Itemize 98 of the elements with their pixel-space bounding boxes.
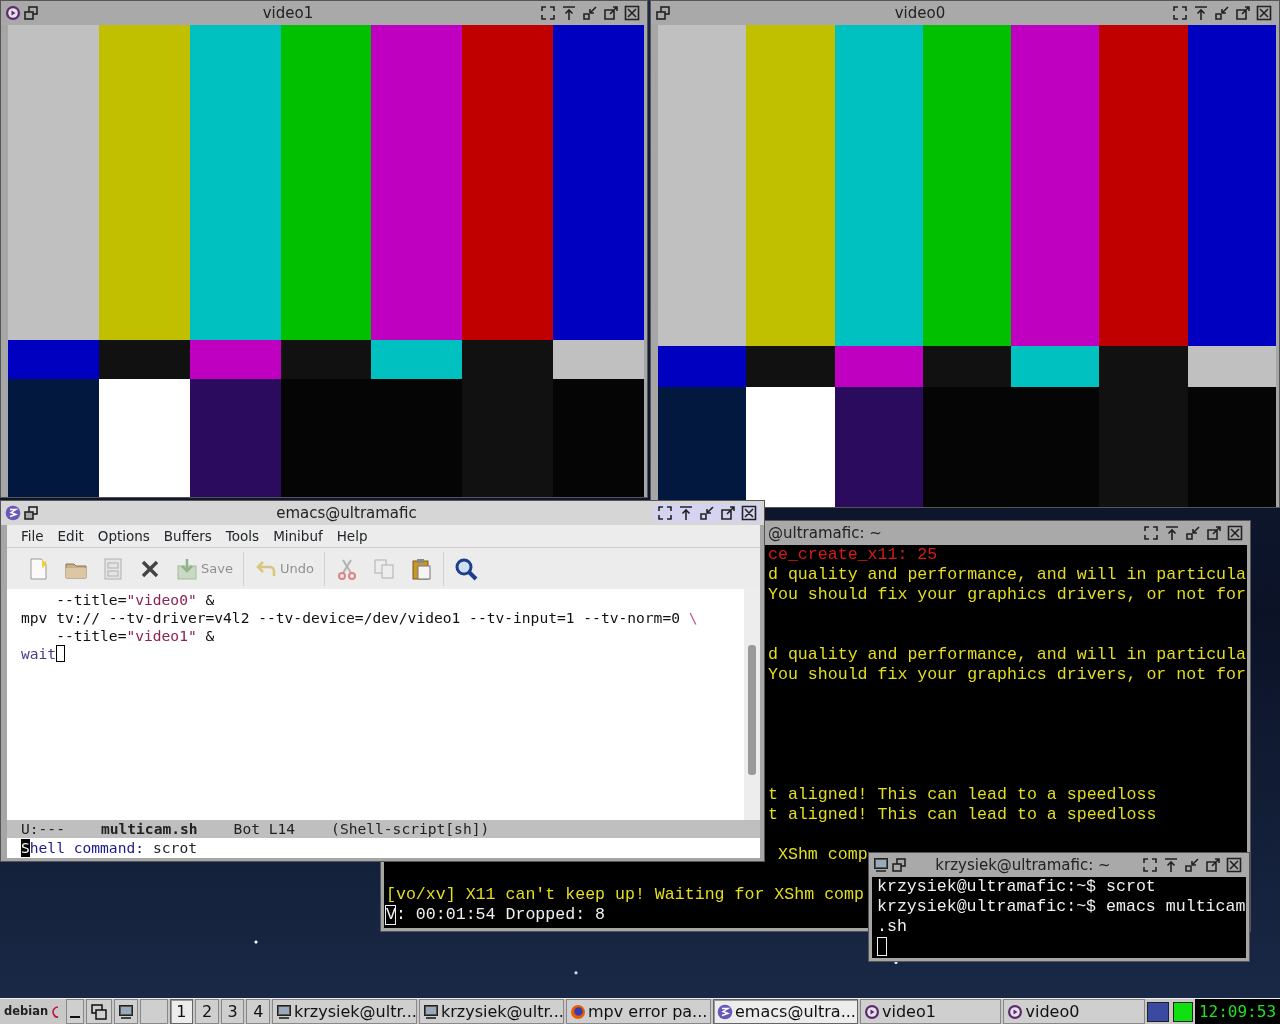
minimize-icon[interactable] (1185, 525, 1201, 541)
terminal-line: [vo/xv] X11 can't keep up! Waiting for XShm comp (386, 885, 864, 905)
task-button[interactable]: krzysiek@ultr... (272, 999, 417, 1024)
workspace-button[interactable]: 2 (195, 999, 219, 1024)
terminal-line: krzysiek@ultramafic:~$ emacs multicam (877, 897, 1246, 917)
fullscreen-icon[interactable] (540, 5, 556, 21)
window-menu-icon[interactable] (891, 857, 907, 873)
play-icon[interactable] (1007, 1003, 1024, 1020)
maximize-icon[interactable] (603, 5, 619, 21)
minimize-icon[interactable] (699, 505, 715, 521)
pager-cell[interactable] (1172, 1001, 1193, 1022)
close-icon[interactable] (624, 5, 640, 21)
code-line: mpv tv:// --tv-driver=v4l2 --tv-device=/dev/video1 --tv-input=1 --tv-norm=0 \ (21, 609, 699, 627)
minimize-icon[interactable] (582, 5, 598, 21)
task-button[interactable]: mpv error pa... (566, 999, 711, 1024)
scrollbar[interactable] (744, 589, 760, 820)
maximize-icon[interactable] (1235, 5, 1251, 21)
terminal-line: t aligned! This can lead to a speedloss (768, 785, 1157, 805)
mode-status: U:--- (21, 820, 65, 838)
fullscreen-icon[interactable] (657, 505, 673, 521)
windows-icon (90, 1002, 109, 1021)
close-icon[interactable] (1256, 5, 1272, 21)
window-menu-icon[interactable] (655, 5, 671, 21)
fullscreen-icon[interactable] (1142, 857, 1158, 873)
fullscreen-icon[interactable] (1172, 5, 1188, 21)
raise-icon[interactable] (678, 505, 694, 521)
search-button[interactable] (453, 556, 478, 581)
fullscreen-icon[interactable] (1143, 525, 1159, 541)
workspace-button[interactable]: 4 (246, 999, 270, 1024)
menu-item[interactable]: Buffers (157, 525, 220, 547)
task-button[interactable]: krzysiek@ultr... (419, 999, 564, 1024)
download-icon (175, 556, 199, 581)
minimize-icon (70, 1016, 81, 1018)
terminal-line: d quality and performance, and will in particula (768, 565, 1246, 585)
close-icon[interactable] (1226, 857, 1242, 873)
terminal-icon[interactable] (276, 1003, 292, 1020)
code-line: --title="video0" & (55, 591, 216, 609)
play-icon[interactable] (864, 1003, 880, 1020)
terminal-line: d quality and performance, and will in particula (768, 645, 1246, 665)
terminal-icon[interactable] (423, 1003, 439, 1020)
window-title: @ultramafic: ~ (767, 522, 883, 544)
minimize-all-button[interactable] (66, 999, 85, 1024)
raise-icon[interactable] (1163, 857, 1179, 873)
task-button[interactable]: video1 (860, 999, 1002, 1024)
emacs-icon[interactable] (5, 505, 21, 521)
terminal-line: .sh (877, 917, 907, 937)
play-icon[interactable] (5, 5, 21, 21)
terminal-line: krzysiek@ultramafic:~$ scrot (877, 877, 1156, 897)
menu-item[interactable]: Minibuf (267, 525, 331, 547)
task-button[interactable]: emacs@ultra... (713, 999, 858, 1024)
terminal-line: ce_create_x11: 25 (768, 545, 938, 565)
start-button[interactable]: debian (1, 999, 65, 1024)
menu-item[interactable]: Edit (51, 525, 92, 547)
logo-text: debian (4, 1002, 49, 1020)
terminal-line: t aligned! This can lead to a speedloss (768, 805, 1157, 825)
window-title: video0 (893, 2, 947, 24)
maximize-icon[interactable] (1205, 857, 1221, 873)
workspace-button[interactable]: 3 (220, 999, 245, 1024)
minimize-icon[interactable] (1214, 5, 1230, 21)
cabinet-icon (101, 556, 125, 581)
clock: 12:09:53 (1194, 999, 1280, 1024)
minibuffer-input[interactable]: scrot (153, 838, 197, 858)
pager-cell[interactable] (1146, 1001, 1169, 1022)
menu-item[interactable]: File (15, 525, 52, 547)
terminal-line: You should fix your graphics drivers, or not for (768, 585, 1246, 605)
close-icon[interactable] (1227, 525, 1243, 541)
terminal-icon[interactable] (873, 857, 889, 873)
window-title: video1 (261, 2, 315, 24)
task-button[interactable]: video0 (1003, 999, 1145, 1024)
scrollbar-thumb[interactable] (748, 645, 756, 775)
minimize-icon[interactable] (1184, 857, 1200, 873)
emacs-icon[interactable] (717, 1003, 733, 1020)
copy-icon (371, 556, 396, 581)
globe-icon[interactable] (570, 1003, 586, 1020)
window-menu-icon[interactable] (23, 505, 39, 521)
menu-item[interactable]: Help (330, 525, 376, 547)
workspace-button[interactable]: 1 (169, 999, 194, 1024)
buffer-name: multicam.sh (100, 820, 198, 838)
menu-item[interactable]: Options (91, 525, 158, 547)
code-line: --title="video1" & (55, 627, 216, 645)
maximize-icon[interactable] (720, 505, 736, 521)
raise-icon[interactable] (1164, 525, 1180, 541)
major-mode: (Shell-script[sh]) (331, 820, 490, 838)
raise-icon[interactable] (561, 5, 577, 21)
code-line: wait (21, 645, 744, 663)
terminal-line: XShm comp (778, 845, 868, 865)
maximize-icon[interactable] (1206, 525, 1222, 541)
window-menu-icon[interactable] (23, 5, 39, 21)
menu-item[interactable]: Tools (219, 525, 268, 547)
search-icon (453, 556, 478, 581)
terminal-line: You should fix your graphics drivers, or not for (768, 665, 1246, 685)
text-cursor (56, 645, 66, 662)
window-title: emacs@ultramafic (275, 502, 418, 524)
window-list-button[interactable] (86, 999, 113, 1024)
raise-icon[interactable] (1193, 5, 1209, 21)
close-icon[interactable] (741, 505, 757, 521)
buffer-position: Bot L14 (233, 820, 296, 838)
window-title: krzysiek@ultramafic: ~ (934, 854, 1112, 876)
